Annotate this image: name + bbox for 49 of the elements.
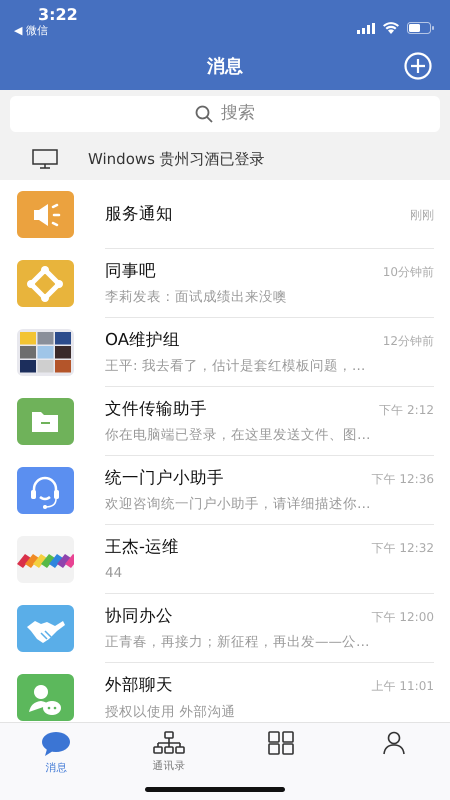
person-icon (382, 731, 406, 755)
conversation-title: 统一门户小助手 (105, 466, 224, 488)
wifi-icon (383, 22, 399, 34)
back-to-app-link[interactable]: ◀ 微信 (14, 24, 78, 38)
login-notice-row[interactable]: Windows 贵州习酒已登录 (0, 138, 450, 180)
conversation-item[interactable]: 王杰-运维 下午 12:32 44 (0, 525, 450, 594)
page-title: 消息 (207, 54, 243, 78)
message-preview: 王平: 我去看了，估计是套红模板问题，… (105, 357, 366, 376)
conversation-title: 王杰-运维 (105, 536, 179, 558)
conversation-time: 下午 12:00 (372, 608, 434, 626)
login-notice-text: Windows 贵州习酒已登录 (88, 148, 265, 170)
message-preview: 欢迎咨询统一门户小助手，请详细描述你… (105, 495, 372, 514)
battery-icon (407, 22, 434, 34)
tab[interactable]: 通讯录 (112, 723, 225, 800)
conversation-time: 刚刚 (410, 206, 434, 224)
add-button[interactable] (404, 52, 432, 80)
conversation-time: 上午 11:01 (372, 678, 434, 695)
conversation-item[interactable]: 同事吧 10分钟前 李莉发表：面试成绩出来没噢 (0, 249, 450, 318)
chat-bubble-icon (41, 731, 72, 757)
grid-icon (268, 731, 294, 755)
conversation-title: 协同办公 (105, 604, 173, 626)
status-time: 3:22 (37, 6, 78, 24)
conversation-item[interactable]: 外部聊天 上午 11:01 授权以使用 外部沟通 (0, 663, 450, 722)
org-chart-icon (152, 731, 185, 755)
conversation-item[interactable]: 服务通知 刚刚 (0, 180, 450, 249)
conversation-title: 外部聊天 (105, 674, 173, 696)
conversation-item[interactable]: 协同办公 下午 12:00 正青春，再接力；新征程，再出发——公… (0, 594, 450, 663)
conversation-item[interactable]: OA维护组 12分钟前 王平: 我去看了，估计是套红模板问题，… (0, 318, 450, 387)
message-preview: 授权以使用 外部沟通 (105, 702, 236, 722)
conversation-title: 同事吧 (105, 260, 156, 282)
conversation-item[interactable]: 统一门户小助手 下午 12:36 欢迎咨询统一门户小助手，请详细描述你… (0, 456, 450, 525)
tab[interactable]: 消息 (0, 723, 112, 800)
conversation-time: 10分钟前 (382, 264, 434, 280)
conversation-title: 文件传输助手 (105, 398, 207, 420)
search-icon (195, 105, 213, 123)
message-preview: 正青春，再接力；新征程，再出发——公… (105, 633, 370, 652)
search-field[interactable]: 搜索 (10, 96, 440, 132)
conversation-time: 下午 12:32 (372, 540, 434, 556)
monitor-icon (32, 149, 58, 169)
message-preview: 李莉发表：面试成绩出来没噢 (105, 288, 288, 308)
message-preview: 44 (105, 564, 124, 584)
conversation-title: OA维护组 (105, 328, 180, 350)
signal-icon (357, 22, 375, 34)
conversation-title: 服务通知 (105, 202, 173, 225)
conversation-time: 12分钟前 (382, 332, 434, 350)
message-preview: 你在电脑端已登录，在这里发送文件、图… (105, 426, 372, 446)
conversation-item[interactable]: 文件传输助手 下午 2:12 你在电脑端已登录，在这里发送文件、图… (0, 387, 450, 456)
conversation-time: 下午 2:12 (379, 402, 434, 418)
conversation-time: 下午 12:36 (372, 470, 434, 488)
